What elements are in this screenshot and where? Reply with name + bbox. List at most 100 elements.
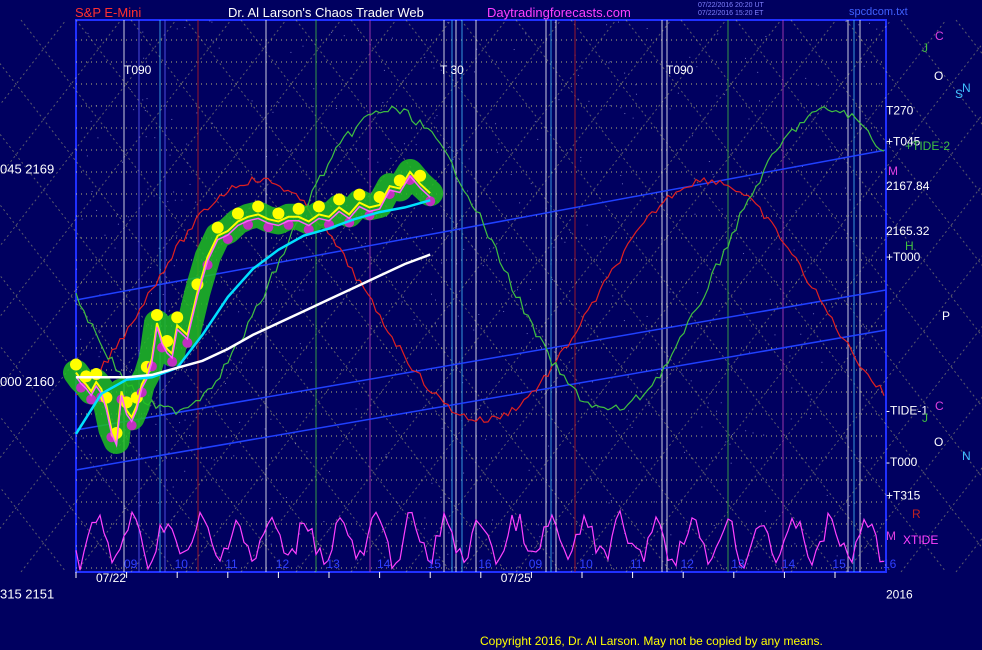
star-dot — [473, 71, 475, 73]
star-dot — [681, 373, 683, 375]
star-dot — [262, 366, 264, 368]
star-dot — [276, 154, 278, 156]
star-dot — [548, 445, 550, 447]
star-dot — [415, 144, 417, 146]
right-level-label: 2165.32 — [886, 224, 930, 238]
diagonal-line — [0, 19, 177, 247]
star-dot — [233, 455, 235, 457]
star-dot — [110, 454, 112, 456]
star-dot — [299, 533, 301, 535]
star-dot — [214, 564, 216, 566]
diagonal-line — [680, 19, 982, 408]
star-dot — [155, 423, 157, 425]
cycle-label: S — [955, 87, 963, 101]
star-dot — [367, 158, 369, 160]
star-dot — [503, 311, 505, 313]
star-dot — [479, 149, 481, 151]
star-dot — [631, 426, 633, 428]
star-dot — [558, 99, 560, 101]
star-dot — [725, 441, 727, 443]
star-dot — [677, 92, 679, 94]
diagonal-line — [735, 19, 982, 337]
star-dot — [441, 262, 443, 264]
star-dot — [790, 418, 792, 420]
x-tick-label: 12 — [276, 557, 290, 571]
star-dot — [457, 150, 459, 152]
star-dot — [423, 528, 425, 530]
star-dot — [154, 137, 156, 139]
star-dot — [98, 356, 100, 358]
y-tick-label: 315 2151 — [0, 586, 54, 601]
star-dot — [76, 288, 78, 290]
y-tick-label: 000 2160 — [0, 374, 54, 389]
star-dot — [789, 355, 791, 357]
star-dot — [732, 434, 734, 436]
star-dot — [707, 402, 709, 404]
star-dot — [169, 154, 171, 156]
star-dot — [821, 361, 823, 363]
star-dot — [90, 120, 92, 122]
star-dot — [848, 505, 850, 507]
high-marker — [353, 188, 366, 201]
star-dot — [299, 343, 301, 345]
cycle-label: O — [934, 435, 943, 449]
cycle-label: +TIDE-2 — [905, 139, 950, 153]
star-dot — [595, 411, 597, 413]
star-dot — [356, 559, 358, 561]
star-dot — [432, 228, 434, 230]
star-dot — [591, 381, 593, 383]
copyright: Copyright 2016, Dr. Al Larson. May not b… — [480, 634, 823, 648]
cycle-label: T090 — [666, 63, 694, 77]
star-dot — [145, 136, 147, 138]
diagonal-line — [625, 114, 982, 573]
star-dot — [669, 291, 671, 293]
star-dot — [142, 31, 144, 33]
star-dot — [590, 477, 592, 479]
diagonal-line — [0, 19, 67, 106]
star-dot — [355, 147, 357, 149]
cycle-label: T090 — [124, 63, 152, 77]
star-dot — [436, 148, 438, 150]
star-dot — [524, 304, 526, 306]
star-dot — [269, 508, 271, 510]
star-dot — [858, 24, 860, 26]
star-dot — [609, 61, 611, 63]
star-dot — [764, 510, 766, 512]
star-dot — [146, 98, 148, 100]
star-dot — [209, 20, 211, 22]
high-marker — [211, 221, 224, 234]
star-dot — [153, 195, 155, 197]
star-dot — [171, 118, 173, 120]
star-dot — [323, 521, 325, 523]
star-dot — [96, 209, 98, 211]
star-dot — [627, 377, 629, 379]
star-dot — [588, 100, 590, 102]
star-dot — [413, 319, 415, 321]
star-dot — [581, 67, 583, 69]
star-dot — [865, 118, 867, 120]
x-tick-label: 09 — [529, 557, 543, 571]
star-dot — [144, 110, 146, 112]
high-marker — [150, 309, 163, 321]
star-dot — [82, 437, 84, 439]
cycle-label: M — [886, 529, 896, 543]
star-dot — [805, 77, 807, 79]
star-dot — [577, 74, 579, 76]
star-dot — [610, 500, 612, 502]
star-dot — [669, 108, 671, 110]
star-dot — [181, 199, 183, 201]
star-dot — [624, 113, 626, 115]
site-link[interactable]: Daytradingforecasts.com — [487, 5, 631, 20]
star-dot — [335, 107, 337, 109]
star-dot — [351, 77, 353, 79]
star-dot — [503, 252, 505, 254]
diagonal-line — [0, 486, 67, 573]
star-dot — [313, 88, 315, 90]
star-dot — [626, 418, 628, 420]
star-dot — [778, 248, 780, 250]
high-marker — [312, 200, 325, 213]
date-label: 07/22 — [96, 571, 126, 585]
star-dot — [876, 28, 878, 30]
star-dot — [179, 422, 181, 424]
star-dot — [747, 563, 749, 565]
